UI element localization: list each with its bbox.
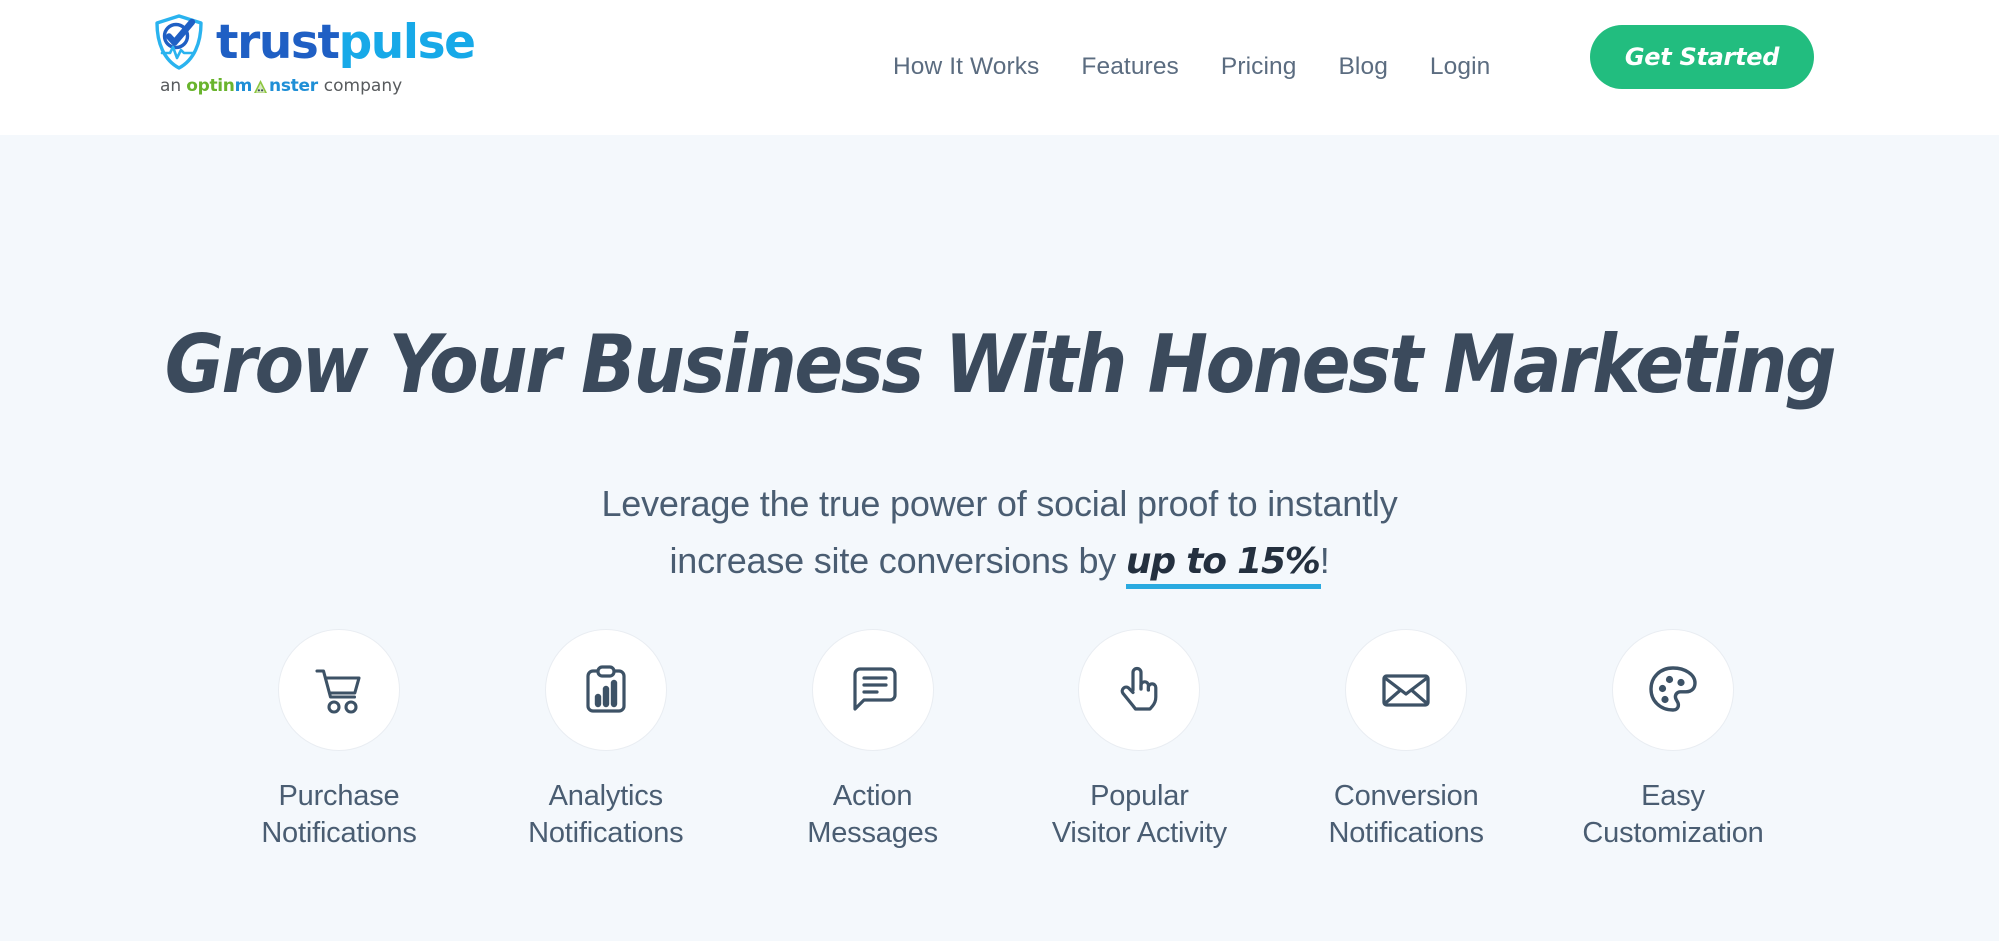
feature-icon-circle xyxy=(278,629,400,751)
hero-section: Grow Your Business With Honest Marketing… xyxy=(0,135,1999,941)
feature-item-popular-visitor-activity[interactable]: Popular Visitor Activity xyxy=(1036,629,1242,852)
brand-tagline: an optin m nster company xyxy=(160,78,402,95)
feature-label: Easy Customization xyxy=(1582,780,1764,849)
hero-subtitle-line-1: Leverage the true power of social proof … xyxy=(601,483,1398,524)
feature-icon-circle xyxy=(811,629,934,751)
nav-link-login[interactable]: Login xyxy=(1409,49,1511,86)
feature-icon-circle xyxy=(1078,629,1201,751)
tagline-prefix: an xyxy=(160,76,182,96)
feature-icon-circle xyxy=(1345,629,1468,751)
feature-icon-circle xyxy=(1611,629,1734,751)
trustpulse-shield-check-pulse-icon xyxy=(148,11,210,73)
hero-subtitle-highlight: up to 15% xyxy=(1125,540,1321,582)
tagline-m: m xyxy=(234,76,253,96)
pointing-hand-icon xyxy=(1121,666,1158,711)
optinmonster-mascot-icon xyxy=(252,79,269,96)
feature-label: Conversion Notifications xyxy=(1328,780,1485,849)
feature-item-action-messages[interactable]: Action Messages xyxy=(770,629,976,852)
feature-label: Action Messages xyxy=(807,780,938,849)
envelope-icon xyxy=(1382,674,1430,707)
feature-label: Purchase Notifications xyxy=(261,780,417,849)
hero-subtitle-line-2-prefix: increase site conversions by xyxy=(669,539,1126,581)
brand-logo-link[interactable]: trustpulse an optin m nster company xyxy=(148,8,476,118)
brand-wordmark-trust: trust xyxy=(216,14,340,70)
nav-link-pricing[interactable]: Pricing xyxy=(1200,49,1318,86)
feature-item-conversion-notifications[interactable]: Conversion Notifications xyxy=(1303,629,1509,852)
feature-item-easy-customization[interactable]: Easy Customization xyxy=(1570,629,1776,852)
shopping-cart-icon xyxy=(315,669,361,714)
feature-item-purchase-notifications[interactable]: Purchase Notifications xyxy=(236,629,442,852)
feature-icon-circle xyxy=(544,629,667,751)
tagline-nster: nster xyxy=(269,76,318,96)
get-started-button[interactable]: Get Started xyxy=(1590,25,1814,89)
hero-subtitle: Leverage the true power of social proof … xyxy=(0,476,1999,591)
tagline-company: company xyxy=(323,76,403,96)
nav-link-how-it-works[interactable]: How It Works xyxy=(872,49,1060,86)
hero-subtitle-suffix: ! xyxy=(1319,539,1330,581)
brand-wordmark-pulse: pulse xyxy=(338,14,476,70)
nav-link-features[interactable]: Features xyxy=(1060,49,1199,86)
landing-page: trustpulse an optin m nster company How It W… xyxy=(0,0,1999,941)
feature-label: Popular Visitor Activity xyxy=(1051,780,1227,849)
nav-link-blog[interactable]: Blog xyxy=(1317,49,1408,86)
feature-item-analytics-notifications[interactable]: Analytics Notifications xyxy=(503,629,709,852)
site-header: trustpulse an optin m nster company How It W… xyxy=(0,0,1999,135)
clipboard-chart-icon xyxy=(586,665,626,713)
page-title: Grow Your Business With Honest Marketing xyxy=(164,318,1837,411)
feature-icon-row: Purchase Notifications Analytics Notific… xyxy=(236,629,1776,852)
tagline-optin: optin xyxy=(186,76,235,96)
paint-palette-icon xyxy=(1649,666,1697,712)
speech-bubble-icon xyxy=(852,667,897,711)
brand-logo-main: trustpulse xyxy=(148,8,476,76)
feature-label: Analytics Notifications xyxy=(528,780,684,849)
main-navigation: How It Works Features Pricing Blog Login xyxy=(872,0,1511,135)
brand-wordmark: trustpulse xyxy=(216,19,476,66)
